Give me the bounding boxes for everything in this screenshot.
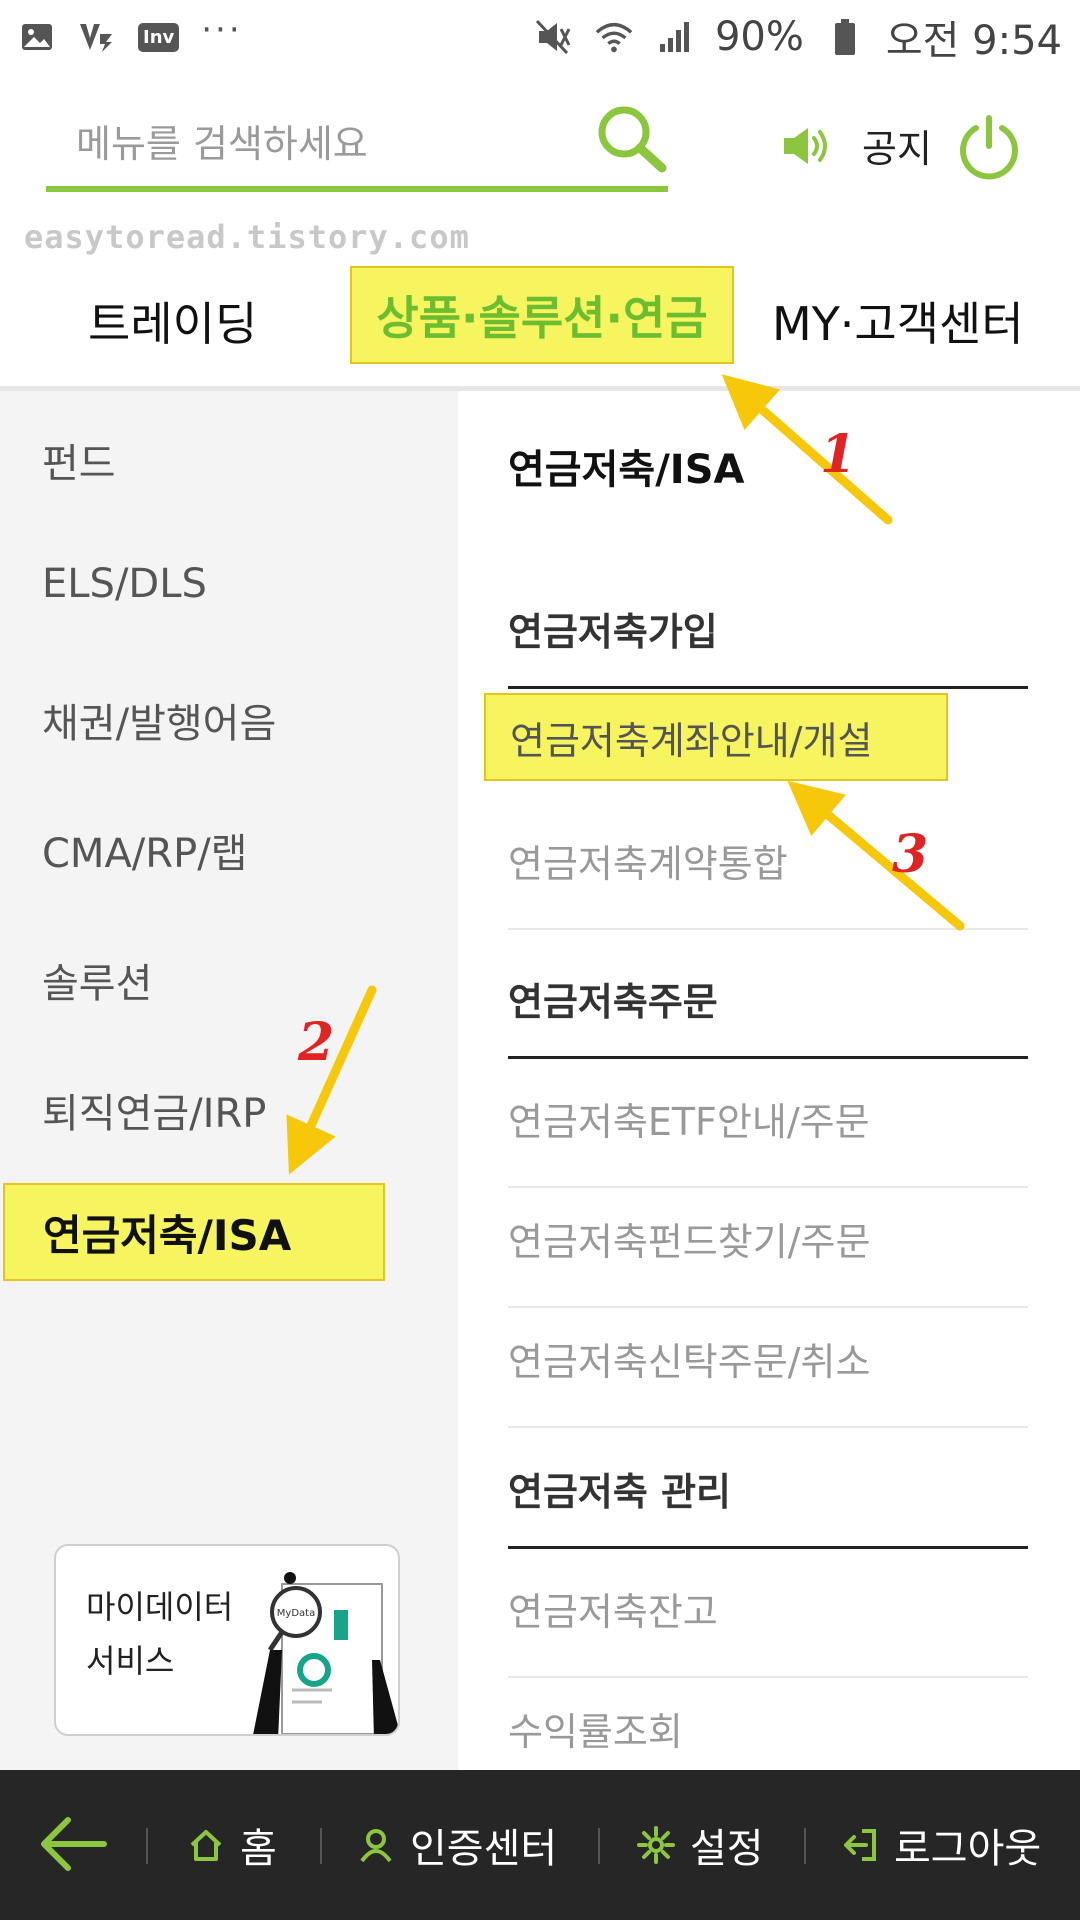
bottom-cert-center-button[interactable]: 인증센터 xyxy=(356,1770,557,1920)
annotation-number-2: 2 xyxy=(298,1012,335,1073)
nav-item-solutions[interactable]: 솔루션 xyxy=(42,951,152,1009)
wifi-icon xyxy=(595,18,633,56)
status-bar: Inv ··· 90% 오전 9:54 xyxy=(0,0,1080,74)
menu-link-pension-trust-order[interactable]: 연금저축신탁주문/취소 xyxy=(508,1331,1028,1428)
home-icon xyxy=(190,1830,222,1861)
notice-link[interactable]: 공지 xyxy=(862,118,932,173)
clock: 오전 9:54 xyxy=(885,18,1062,64)
status-left: Inv ··· xyxy=(18,13,243,56)
signal-icon xyxy=(655,18,693,56)
mydata-title: 마이데이터 서비스 xyxy=(86,1580,233,1688)
nav-item-bonds[interactable]: 채권/발행어음 xyxy=(42,691,276,749)
search-input[interactable] xyxy=(76,114,596,174)
bottom-bar: 홈 인증센터 설정 로그아웃 xyxy=(0,1770,1080,1920)
menu-link-pension-contract-merge[interactable]: 연금저축계약통합 xyxy=(508,833,1028,930)
mute-icon xyxy=(535,18,573,56)
inv-app-icon: Inv xyxy=(138,22,180,52)
back-arrow-icon[interactable] xyxy=(38,1814,108,1874)
right-menu-panel: 연금저축/ISA 연금저축가입 연금저축계좌안내/개설 연금저축계약통합 연금저… xyxy=(458,391,1080,1771)
mydata-badge: MyData xyxy=(277,1608,315,1619)
nav-item-cma[interactable]: CMA/RP/랩 xyxy=(42,821,247,879)
mydata-line2: 서비스 xyxy=(86,1642,175,1680)
section-title: 연금저축 관리 xyxy=(508,1461,1028,1549)
bottom-divider xyxy=(804,1828,806,1864)
annotation-number-3: 3 xyxy=(892,824,929,885)
menu-link-pension-etf[interactable]: 연금저축ETF안내/주문 xyxy=(508,1091,1028,1188)
tab-products-solutions-pension[interactable]: 상품·솔루션·연금 xyxy=(350,266,734,364)
nav-item-els-dls[interactable]: ELS/DLS xyxy=(42,561,207,607)
panel-title: 연금저축/ISA xyxy=(508,447,745,493)
bottom-divider xyxy=(146,1828,148,1864)
bottom-divider xyxy=(320,1828,322,1864)
nav-item-retirement-irp[interactable]: 퇴직연금/IRP xyxy=(42,1081,266,1139)
bottom-logout-button[interactable]: 로그아웃 xyxy=(840,1770,1041,1920)
watermark: easytoread.tistory.com xyxy=(24,218,470,256)
gallery-icon xyxy=(18,18,56,56)
v3-app-icon xyxy=(78,18,116,56)
bottom-cert-label: 인증센터 xyxy=(410,1826,558,1872)
annotation-number-1: 1 xyxy=(820,424,857,485)
tab-trading[interactable]: 트레이딩 xyxy=(88,288,257,354)
bottom-settings-button[interactable]: 설정 xyxy=(636,1770,764,1920)
mydata-illustration: MyData xyxy=(253,1572,398,1734)
bottom-settings-label: 설정 xyxy=(690,1826,764,1872)
bottom-home-button[interactable]: 홈 xyxy=(186,1770,277,1920)
mydata-service-card[interactable]: 마이데이터 서비스 MyData xyxy=(54,1544,400,1736)
battery-icon xyxy=(826,18,864,56)
tab-my-customer-center[interactable]: MY·고객센터 xyxy=(772,288,1024,354)
section-title: 연금저축주문 xyxy=(508,971,1028,1059)
menu-link-pension-fund-search[interactable]: 연금저축펀드찾기/주문 xyxy=(508,1211,1028,1308)
bottom-logout-label: 로그아웃 xyxy=(894,1826,1042,1872)
logout-icon xyxy=(844,1829,876,1861)
battery-percent: 90% xyxy=(714,14,804,60)
more-notifications-icon: ··· xyxy=(201,10,243,50)
status-right: 90% 오전 9:54 xyxy=(535,8,1062,66)
bottom-home-label: 홈 xyxy=(240,1826,277,1872)
nav-item-pension-isa[interactable]: 연금저축/ISA xyxy=(3,1183,385,1281)
mydata-line1: 마이데이터 xyxy=(86,1588,234,1626)
menu-link-pension-account-open[interactable]: 연금저축계좌안내/개설 xyxy=(484,693,948,781)
menu-link-pension-balance[interactable]: 연금저축잔고 xyxy=(508,1581,1028,1678)
gear-icon xyxy=(637,1826,675,1864)
power-icon[interactable] xyxy=(956,114,1022,180)
speaker-icon[interactable] xyxy=(780,122,832,170)
section-title: 연금저축가입 xyxy=(508,601,1028,689)
user-icon xyxy=(360,1829,392,1863)
nav-item-fund[interactable]: 펀드 xyxy=(42,431,116,489)
bottom-divider xyxy=(598,1828,600,1864)
search-icon[interactable] xyxy=(594,102,668,176)
search-bar xyxy=(46,100,668,192)
